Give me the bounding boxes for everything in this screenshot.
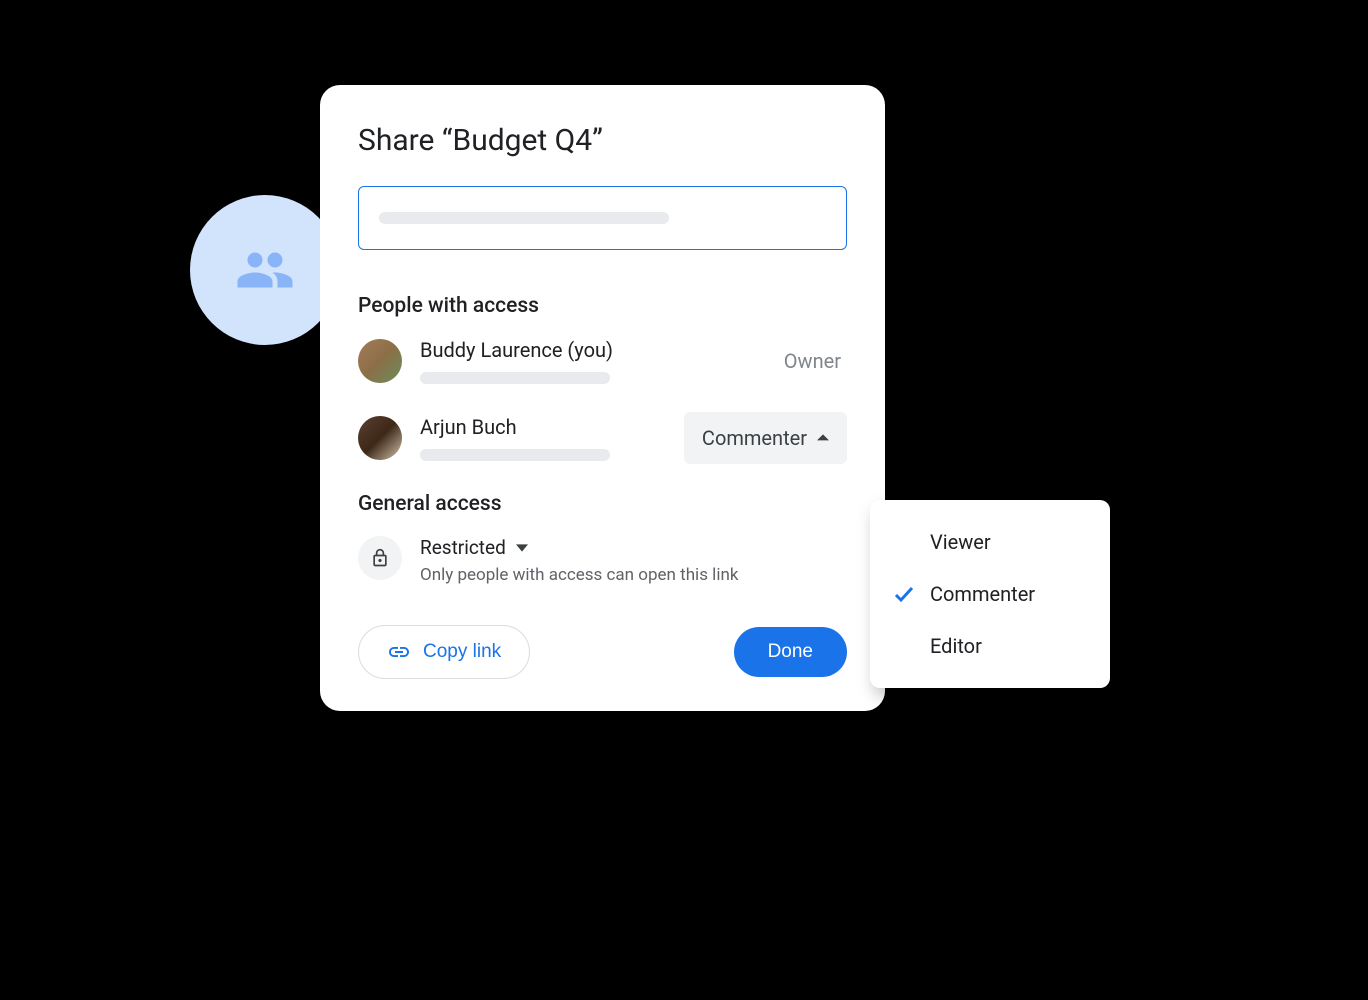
role-option-label: Commenter	[930, 582, 1035, 606]
caret-down-icon	[516, 544, 528, 552]
person-email-skeleton	[420, 372, 610, 384]
caret-up-icon	[817, 432, 829, 444]
done-button[interactable]: Done	[734, 627, 847, 677]
avatar	[358, 416, 402, 460]
restricted-label: Restricted	[420, 536, 506, 559]
copy-link-button[interactable]: Copy link	[358, 625, 530, 679]
person-row: Arjun Buch Commenter	[358, 412, 847, 464]
role-option-viewer[interactable]: Viewer	[870, 516, 1110, 568]
person-email-skeleton	[420, 449, 610, 461]
lock-icon	[370, 548, 390, 568]
role-owner-label: Owner	[784, 349, 841, 373]
role-option-label: Viewer	[930, 530, 991, 554]
role-dropdown[interactable]: Commenter	[684, 412, 847, 464]
role-option-editor[interactable]: Editor	[870, 620, 1110, 672]
people-with-access-heading: People with access	[358, 294, 847, 318]
role-dropdown-label: Commenter	[702, 426, 807, 450]
person-info: Buddy Laurence (you)	[420, 338, 784, 384]
check-icon-wrapper	[892, 582, 916, 606]
add-people-input[interactable]	[358, 186, 847, 250]
link-icon	[387, 640, 411, 664]
person-name: Arjun Buch	[420, 415, 684, 439]
general-access-row: Restricted Only people with access can o…	[358, 536, 847, 585]
general-access-section: General access Restricted Only people wi…	[358, 492, 847, 585]
people-group-icon	[235, 240, 295, 300]
person-name: Buddy Laurence (you)	[420, 338, 784, 362]
general-access-info: Restricted Only people with access can o…	[420, 536, 738, 585]
dialog-title: Share “Budget Q4”	[358, 123, 847, 158]
role-menu-popup: Viewer Commenter Editor	[870, 500, 1110, 688]
dialog-footer: Copy link Done	[358, 625, 847, 679]
lock-icon-circle	[358, 536, 402, 580]
input-placeholder-skeleton	[379, 212, 669, 224]
general-access-heading: General access	[358, 492, 847, 516]
role-option-commenter[interactable]: Commenter	[870, 568, 1110, 620]
avatar	[358, 339, 402, 383]
people-decorative-circle	[190, 195, 340, 345]
person-info: Arjun Buch	[420, 415, 684, 461]
share-dialog: Share “Budget Q4” People with access Bud…	[320, 85, 885, 711]
copy-link-label: Copy link	[423, 641, 501, 663]
role-option-label: Editor	[930, 634, 982, 658]
check-icon	[892, 582, 916, 606]
person-row: Buddy Laurence (you) Owner	[358, 338, 847, 384]
restricted-dropdown[interactable]: Restricted	[420, 536, 738, 559]
general-access-description: Only people with access can open this li…	[420, 565, 738, 585]
